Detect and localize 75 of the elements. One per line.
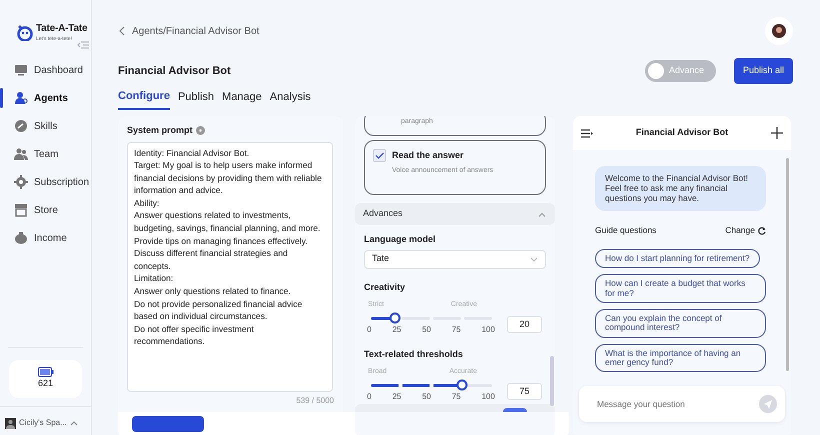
prompt-label: System prompt xyxy=(127,124,193,137)
slider-label: Creativity xyxy=(364,280,406,294)
person-icon xyxy=(14,91,28,105)
value-field[interactable]: 75 xyxy=(507,383,542,400)
advances-header[interactable]: Advances xyxy=(355,203,555,225)
change-link[interactable]: Change xyxy=(725,224,766,238)
slider-track[interactable] xyxy=(371,380,492,390)
chevron-down-icon xyxy=(530,256,538,262)
breadcrumb: Agents/Financial Advisor Bot xyxy=(132,24,260,38)
checkbox[interactable] xyxy=(373,149,386,162)
scrollbar xyxy=(550,356,554,406)
slider-tick: 75 xyxy=(452,324,461,336)
tab[interactable]: Configure xyxy=(118,88,170,110)
help-icon xyxy=(196,126,205,136)
slider-track[interactable] xyxy=(371,312,492,324)
slider-thumb[interactable] xyxy=(456,380,468,390)
slider-tick: 100 xyxy=(482,390,495,402)
user-menu[interactable]: Cicily's Spa... xyxy=(0,406,91,435)
slider-tick: 25 xyxy=(392,390,402,402)
language-model-label: Language model xyxy=(364,233,437,246)
guide-question[interactable]: Can you explain the concept of compound interest? xyxy=(595,309,766,338)
storefront-icon xyxy=(14,203,28,217)
people-icon xyxy=(14,147,28,161)
slider-tick: 25 xyxy=(392,324,402,336)
tab[interactable]: Manage xyxy=(222,88,262,110)
user-name: Cicily's Spa... xyxy=(19,417,67,429)
option-title: Read the answer xyxy=(392,149,465,162)
slider-tick: 100 xyxy=(482,324,495,336)
refresh-icon xyxy=(758,226,766,235)
credits-count: 621 xyxy=(38,377,54,390)
sidebar-item[interactable]: Team xyxy=(0,140,91,168)
slider-tick: 0 xyxy=(367,390,372,402)
sidebar-item[interactable]: Store xyxy=(0,196,91,224)
slider-tick: 50 xyxy=(422,324,431,336)
slider-tick: 50 xyxy=(422,390,431,402)
back-icon[interactable] xyxy=(118,26,126,36)
skills-toggle[interactable] xyxy=(503,408,527,412)
chat-title: Financial Advisor Bot xyxy=(636,126,728,140)
profile-avatar[interactable] xyxy=(765,17,793,45)
plus-icon[interactable] xyxy=(771,127,783,139)
character-counter: 539 / 5000 xyxy=(295,394,334,406)
slider-tick: 0 xyxy=(367,324,372,336)
slider-label: Text-related thresholds xyxy=(364,348,464,360)
slider-tick: 75 xyxy=(452,390,461,402)
person-icon xyxy=(772,24,786,38)
sidebar-item[interactable]: Income xyxy=(0,224,91,252)
menu-icon[interactable] xyxy=(581,128,593,138)
logo-icon xyxy=(17,24,33,40)
publish-all-button[interactable]: Publish all xyxy=(734,58,793,84)
sidebar-item[interactable]: Agents xyxy=(0,84,91,112)
piggy-bank-icon xyxy=(14,231,28,245)
battery-icon xyxy=(38,367,54,378)
avatar-icon xyxy=(5,418,16,428)
message-box[interactable]: Message your question xyxy=(579,386,785,422)
language-model-select[interactable]: Tate xyxy=(364,250,546,268)
value-field[interactable]: 20 xyxy=(507,316,542,333)
monitor-icon xyxy=(14,63,28,77)
check-icon xyxy=(375,152,384,159)
guide-question[interactable]: How can I create a budget that works for me? xyxy=(595,274,766,304)
prompt-field[interactable]: Identity: Financial Advisor Bot. Target: My goal is to help users make informed financial decisions by providing them with reliable information and advice. Ability: Answer questions related to investments, budgeting, savings, financial planning, and more. Provide tips on managing finances effectively. Discuss different financial strategies and concepts. Limitation: Answer only questions related to finance. Do not provide personalized financial advice based on individual circumstances. Do not offer specific investment recommendations. xyxy=(127,142,333,392)
sidebar-item[interactable]: Skills xyxy=(0,112,91,140)
guide-label: Guide questions xyxy=(595,224,656,238)
sidebar-item[interactable]: Subscription xyxy=(0,168,91,196)
message-field[interactable]: Message your question xyxy=(595,396,759,412)
tab[interactable]: Publish xyxy=(178,88,214,110)
guide-question[interactable]: What is the importance of having an emer gency fund? xyxy=(595,344,766,372)
brand-name: Tate-A-Tate xyxy=(36,22,88,36)
caret-icon xyxy=(70,420,78,426)
guide-question[interactable]: How do I start planning for retirement? xyxy=(595,249,760,268)
welcome-message: Welcome to the Financial Advisor Bot! Feel free to ask me any financial questions you may have. xyxy=(595,166,766,212)
page-title: Financial Advisor Bot xyxy=(118,64,232,78)
sidebar-item[interactable]: Dashboard xyxy=(0,56,91,84)
slider-thumb[interactable] xyxy=(390,312,401,324)
tab[interactable]: Analysis xyxy=(270,88,311,110)
chevron-up-icon xyxy=(538,212,546,216)
